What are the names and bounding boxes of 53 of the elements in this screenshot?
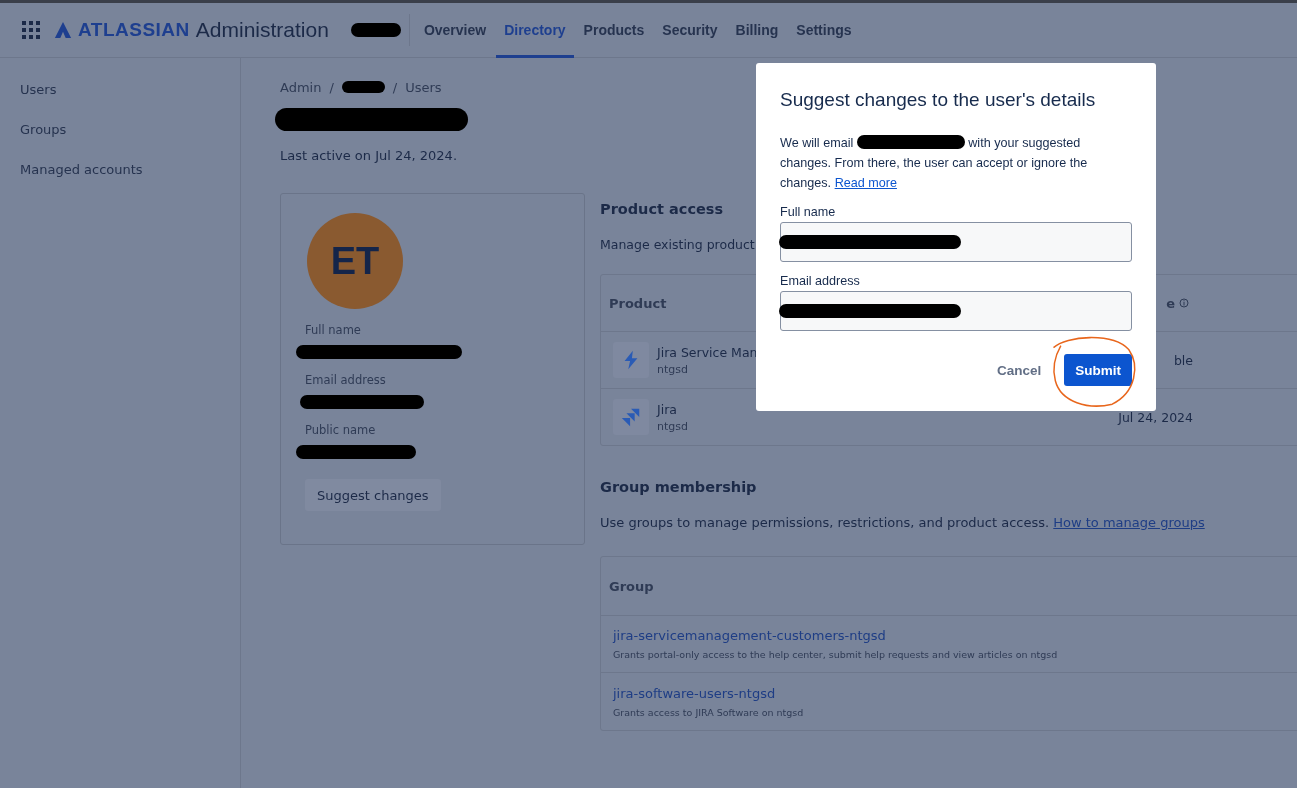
table-cell-text: ble — [1172, 352, 1193, 368]
nav-tab[interactable]: Security — [654, 2, 726, 58]
section-title: Group membership — [600, 479, 757, 495]
breadcrumb-separator: / — [329, 79, 334, 95]
help-link[interactable]: How to manage groups — [1053, 515, 1205, 530]
column-header: Product — [608, 295, 668, 311]
read-more-link[interactable]: Read more — [834, 176, 897, 190]
section-description: Manage existing product — [600, 237, 755, 252]
submit-button[interactable]: Submit — [1064, 354, 1132, 386]
product-name[interactable]: Jira Service Man — [657, 344, 758, 360]
logo-icon — [54, 21, 72, 39]
field-label: Email address — [305, 373, 387, 387]
text-input-field[interactable] — [780, 222, 1132, 262]
nav-tab[interactable]: Billing — [727, 2, 787, 58]
nav-tab[interactable]: Products — [575, 2, 653, 58]
field-label: Email address — [780, 274, 860, 288]
suggest-changes-button[interactable]: Suggest changes — [305, 479, 441, 511]
table-cell-text: Jul 24, 2024 — [1116, 409, 1193, 425]
info-icon[interactable] — [1179, 298, 1189, 308]
column-header: Group — [609, 578, 654, 594]
nav-tab[interactable]: Directory — [496, 2, 574, 58]
avatar: ET — [307, 213, 403, 309]
app-switcher-icon[interactable] — [22, 21, 40, 39]
site-name: ntgsd — [657, 362, 689, 376]
section-title: Product access — [600, 201, 724, 217]
product-name[interactable]: Jira — [657, 401, 688, 417]
section-description: Use groups to manage permissions, restrictions, and product access. How to manage groups — [600, 515, 1205, 530]
dialog-message: We will email with your suggested changes. From there, the user can accept or ignore the changes. Read more — [780, 134, 1089, 192]
dialog-title: Suggest changes to the user's details — [780, 89, 1097, 111]
sidebar-item[interactable]: Managed accounts — [20, 160, 240, 180]
breadcrumb-link[interactable]: Admin — [280, 79, 322, 95]
text-input-field[interactable] — [780, 291, 1132, 331]
field-label: Full name — [305, 323, 362, 337]
stacked-arrows-icon — [613, 399, 649, 435]
group-description: Grants portal-only access to the help center, submit help requests and view articles on ntgsd — [613, 649, 1059, 660]
product-name: Administration — [195, 18, 329, 42]
group-link[interactable]: jira-software-users-ntgsd — [613, 685, 1297, 701]
field-label: Public name — [305, 423, 377, 437]
lightning-icon — [613, 342, 649, 378]
field-label: Full name — [780, 205, 836, 219]
brand-name: ATLASSIAN — [78, 19, 190, 41]
group-description: Grants access to JIRA Software on ntgsd — [613, 706, 805, 718]
last-active-text: Last active on Jul 24, 2024. — [280, 148, 458, 163]
site-name: ntgsd — [657, 419, 688, 433]
sidebar-item[interactable]: Users — [20, 80, 240, 100]
group-link[interactable]: jira-servicemanagement-customers-ntgsd — [613, 628, 1297, 643]
nav-tab[interactable]: Settings — [788, 2, 860, 58]
column-header: e — [1166, 295, 1175, 311]
cancel-button[interactable]: Cancel — [985, 354, 1053, 386]
nav-tab[interactable]: Overview — [415, 2, 495, 58]
breadcrumb-separator: / — [392, 79, 398, 95]
sidebar-item[interactable]: Groups — [20, 120, 240, 140]
breadcrumb-link[interactable]: Users — [405, 79, 442, 95]
